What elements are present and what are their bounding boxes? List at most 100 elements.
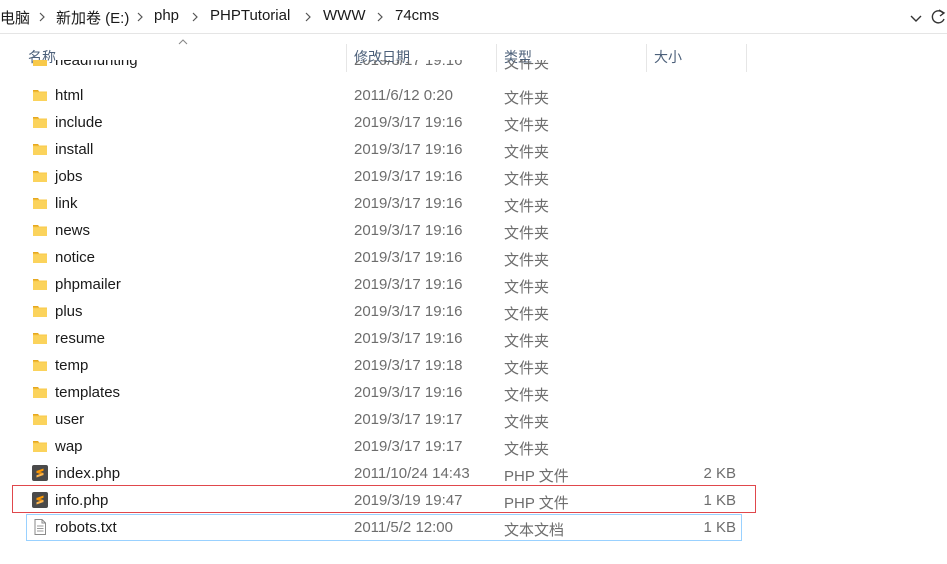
file-date: 2019/3/17 19:18: [354, 357, 463, 374]
file-row[interactable]: info.php 2019/3/19 19:47 PHP 文件 1 KB: [26, 487, 742, 514]
file-type: 文件夹: [504, 306, 550, 323]
file-name: link: [55, 195, 78, 212]
file-type: 文件夹: [504, 225, 550, 242]
file-type: 文件夹: [504, 414, 550, 431]
file-date: 2019/3/17 19:16: [354, 114, 463, 131]
file-row[interactable]: link 2019/3/17 19:16 文件夹: [26, 190, 742, 217]
file-row[interactable]: include 2019/3/17 19:16 文件夹: [26, 109, 742, 136]
file-name: plus: [55, 303, 83, 320]
folder-icon: [33, 198, 47, 209]
file-date: 2019/3/17 19:16: [354, 222, 463, 239]
folder-icon: [33, 387, 47, 398]
file-row[interactable]: phpmailer 2019/3/17 19:16 文件夹: [26, 271, 742, 298]
chevron-right-icon[interactable]: [303, 10, 313, 24]
partial-list-item[interactable]: headhunting 2019/3/17 19:16 文件夹: [0, 60, 947, 76]
file-type: 文件夹: [504, 144, 550, 161]
file-row[interactable]: install 2019/3/17 19:16 文件夹: [26, 136, 742, 163]
chevron-right-icon[interactable]: [190, 10, 200, 24]
folder-icon: [33, 144, 47, 155]
text-document-icon: [34, 519, 46, 535]
file-date: 2019/3/17 19:16: [354, 60, 463, 69]
file-name: wap: [55, 438, 83, 455]
breadcrumb-74cms[interactable]: 74cms: [395, 7, 439, 24]
breadcrumb-phptutorial[interactable]: PHPTutorial: [210, 7, 290, 24]
sublime-php-icon: [32, 465, 48, 481]
file-row[interactable]: user 2019/3/17 19:17 文件夹: [26, 406, 742, 433]
file-row[interactable]: robots.txt 2011/5/2 12:00 文本文档 1 KB: [26, 514, 742, 541]
file-date: 2019/3/17 19:16: [354, 195, 463, 212]
file-date: 2019/3/17 19:16: [354, 276, 463, 293]
file-row[interactable]: templates 2019/3/17 19:16 文件夹: [26, 379, 742, 406]
file-date: 2019/3/17 19:16: [354, 330, 463, 347]
file-date: 2019/3/17 19:16: [354, 249, 463, 266]
file-type: 文件夹: [504, 360, 550, 377]
file-date: 2019/3/17 19:16: [354, 141, 463, 158]
folder-icon: [33, 441, 47, 452]
sort-ascending-icon: [178, 39, 188, 45]
file-name: news: [55, 222, 91, 239]
file-size: 1 KB: [703, 519, 736, 536]
file-type: 文件夹: [504, 117, 550, 134]
chevron-right-icon[interactable]: [37, 10, 47, 24]
file-date: 2019/3/17 19:16: [354, 384, 463, 401]
folder-icon: [33, 279, 47, 290]
address-bar[interactable]: 电脑 新加卷 (E:) php PHPTutorial WWW 74cms: [0, 0, 947, 34]
folder-icon: [33, 90, 47, 101]
folder-icon: [33, 171, 47, 182]
file-type: 文件夹: [504, 279, 550, 296]
file-type: 文件夹: [504, 387, 550, 404]
file-row[interactable]: notice 2019/3/17 19:16 文件夹: [26, 244, 742, 271]
file-row[interactable]: wap 2019/3/17 19:17 文件夹: [26, 433, 742, 460]
file-name: include: [55, 114, 103, 131]
file-type: 文本文档: [504, 522, 565, 539]
file-type: 文件夹: [504, 60, 550, 72]
file-name: templates: [55, 384, 121, 401]
file-name: info.php: [55, 492, 109, 509]
file-date: 2011/10/24 14:43: [354, 465, 470, 482]
sublime-php-icon: [32, 492, 48, 508]
file-date: 2019/3/17 19:16: [354, 168, 463, 185]
file-name: resume: [55, 330, 106, 347]
file-name: phpmailer: [55, 276, 121, 293]
file-date: 2019/3/19 19:47: [354, 492, 463, 509]
file-type: 文件夹: [504, 441, 550, 458]
file-date: 2011/6/12 0:20: [354, 87, 453, 104]
file-size: 2 KB: [703, 465, 736, 482]
file-name: robots.txt: [55, 519, 117, 536]
file-name: temp: [55, 357, 89, 374]
file-name: headhunting: [55, 60, 138, 69]
file-date: 2019/3/17 19:16: [354, 303, 463, 320]
file-row[interactable]: resume 2019/3/17 19:16 文件夹: [26, 325, 742, 352]
file-row[interactable]: temp 2019/3/17 19:18 文件夹: [26, 352, 742, 379]
file-type: PHP 文件: [504, 468, 569, 485]
file-type: 文件夹: [504, 198, 550, 215]
file-date: 2019/3/17 19:17: [354, 411, 463, 428]
file-row[interactable]: jobs 2019/3/17 19:16 文件夹: [26, 163, 742, 190]
chevron-right-icon[interactable]: [375, 10, 385, 24]
folder-icon: [33, 306, 47, 317]
folder-icon: [33, 60, 47, 66]
file-type: 文件夹: [504, 90, 550, 107]
chevron-right-icon[interactable]: [135, 10, 145, 24]
file-type: 文件夹: [504, 333, 550, 350]
breadcrumb-computer[interactable]: 电脑: [0, 7, 30, 28]
chevron-down-icon[interactable]: [906, 8, 926, 28]
file-row[interactable]: index.php 2011/10/24 14:43 PHP 文件 2 KB: [26, 460, 742, 487]
file-row[interactable]: news 2019/3/17 19:16 文件夹: [26, 217, 742, 244]
file-name: jobs: [55, 168, 83, 185]
folder-icon: [33, 414, 47, 425]
file-name: user: [55, 411, 85, 428]
refresh-icon[interactable]: [929, 7, 947, 27]
folder-icon: [33, 117, 47, 128]
breadcrumb-drive[interactable]: 新加卷 (E:): [56, 7, 129, 28]
file-name: html: [55, 87, 84, 104]
folder-icon: [33, 333, 47, 344]
file-row[interactable]: plus 2019/3/17 19:16 文件夹: [26, 298, 742, 325]
file-name: notice: [55, 249, 96, 266]
breadcrumb-php[interactable]: php: [154, 7, 179, 24]
folder-icon: [33, 252, 47, 263]
file-row[interactable]: html 2011/6/12 0:20 文件夹: [26, 82, 742, 109]
breadcrumb-www[interactable]: WWW: [323, 7, 365, 24]
file-date: 2011/5/2 12:00: [354, 519, 453, 536]
file-size: 1 KB: [703, 492, 736, 509]
